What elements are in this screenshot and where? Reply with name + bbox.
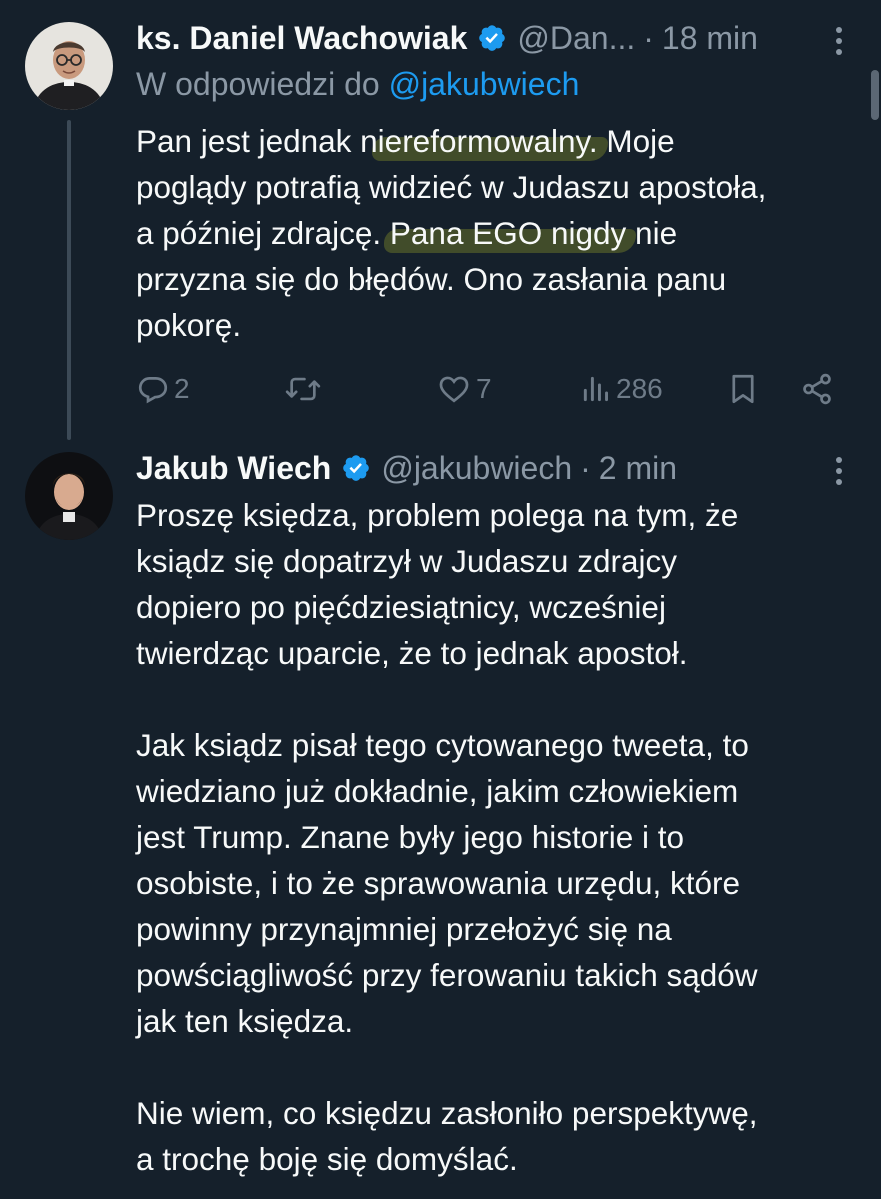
reply-count: 2 (174, 373, 190, 404)
paragraph-break (136, 1044, 848, 1090)
author-name[interactable]: Jakub Wiech (136, 450, 331, 487)
replying-to-mention[interactable]: @jakubwiech (389, 66, 580, 102)
tweet-text-line: Proszę księdza, problem polega na tym, ż… (136, 497, 739, 533)
text-fragment: Moje (597, 123, 675, 159)
tweet-header: ks. Daniel Wachowiak @Dan... · 18 min (136, 16, 758, 60)
heart-icon (436, 372, 472, 406)
separator-dot: · (580, 449, 591, 486)
text-fragment: nie (626, 215, 678, 251)
bookmark-button[interactable] (726, 364, 760, 414)
tweet-text-line: jest Trump. Znane były jego historie i t… (136, 819, 685, 855)
tweet-text-line: poglądy potrafią widzieć w Judaszu apost… (136, 169, 767, 205)
timestamp[interactable]: 2 min (599, 450, 677, 487)
views-button[interactable]: 286 (580, 364, 663, 414)
tweet-text-line: twierdząc uparcie, że to jednak apostoł. (136, 635, 688, 671)
tweet-jakub-wiech[interactable]: Jakub Wiech @jakubwiech · 2 min Proszę k… (0, 440, 881, 1199)
author-handle[interactable]: @jakubwiech (381, 450, 572, 487)
tweet-text-line: jak ten księdza. (136, 1003, 354, 1039)
tweet-text-line: osobiste, i to że sprawowania urzędu, kt… (136, 865, 741, 901)
thread-connector-line (67, 120, 71, 440)
tweet-text-line: a trochę boję się domyślać. (136, 1141, 518, 1177)
tweet-text: Proszę księdza, problem polega na tym, ż… (136, 492, 848, 1182)
tweet-text-line: a później zdrajcę. Pana EGO nigdy nie (136, 210, 848, 256)
highlighted-text: iereformowalny. (377, 123, 598, 159)
tweet-daniel-wachowiak[interactable]: ks. Daniel Wachowiak @Dan... · 18 min W … (0, 0, 881, 440)
replying-to: W odpowiedzi do @jakubwiech (136, 66, 579, 103)
highlighted-text: Pana EGO nigdy (389, 215, 627, 251)
tweet-actions-bar: 2 7 286 (136, 364, 848, 414)
retweet-button[interactable] (284, 364, 326, 414)
tweet-text-line: Nie wiem, co księdzu zasłoniło perspekty… (136, 1095, 758, 1131)
tweet-text-line: pokorę. (136, 307, 242, 343)
paragraph-break (136, 676, 848, 722)
tweet-text-line: powinny przynajmniej przełożyć się na (136, 911, 672, 947)
bookmark-icon (726, 371, 760, 407)
more-dots-icon[interactable] (831, 26, 847, 56)
verified-badge-icon (341, 453, 371, 483)
reply-icon (136, 372, 170, 406)
scroll-indicator[interactable] (871, 70, 879, 120)
author-name[interactable]: ks. Daniel Wachowiak (136, 20, 467, 57)
retweet-icon (284, 372, 322, 406)
timestamp[interactable]: 18 min (662, 20, 758, 57)
tweet-text-line: Jak ksiądz pisał tego cytowanego tweeta,… (136, 727, 749, 763)
replying-to-prefix: W odpowiedzi do (136, 66, 380, 102)
tweet-text-line: powściągliwość przy ferowaniu takich sąd… (136, 957, 758, 993)
views-chart-icon (580, 372, 612, 406)
tweet-text-line: ksiądz się dopatrzył w Judaszu zdrajcy (136, 543, 677, 579)
tweet-text-line: dopiero po pięćdziesiątnicy, wcześniej (136, 589, 666, 625)
reply-button[interactable]: 2 (136, 364, 190, 414)
like-count: 7 (476, 373, 492, 404)
tweet-header: Jakub Wiech @jakubwiech · 2 min (136, 446, 677, 490)
share-button[interactable] (800, 364, 834, 414)
like-button[interactable]: 7 (436, 364, 492, 414)
separator-dot: · (643, 19, 654, 56)
share-icon (800, 371, 834, 407)
tweet-text-line: przyzna się do błędów. Ono zasłania panu (136, 261, 727, 297)
tweet-text-line: Pan jest jednak niereformowalny. Moje (136, 118, 848, 164)
tweet-text-line: wiedziano już dokładnie, jakim człowieki… (136, 773, 739, 809)
author-handle[interactable]: @Dan... (517, 20, 635, 57)
more-dots-icon[interactable] (831, 456, 847, 486)
avatar-daniel-wachowiak[interactable] (25, 22, 113, 110)
verified-badge-icon (477, 23, 507, 53)
views-count: 286 (616, 373, 663, 404)
avatar-jakub-wiech[interactable] (25, 452, 113, 540)
text-fragment: Pan jest jednak n (136, 123, 378, 159)
text-fragment: a później zdrajcę. (136, 215, 390, 251)
tweet-text: Pan jest jednak niereformowalny. Moje po… (136, 118, 848, 348)
